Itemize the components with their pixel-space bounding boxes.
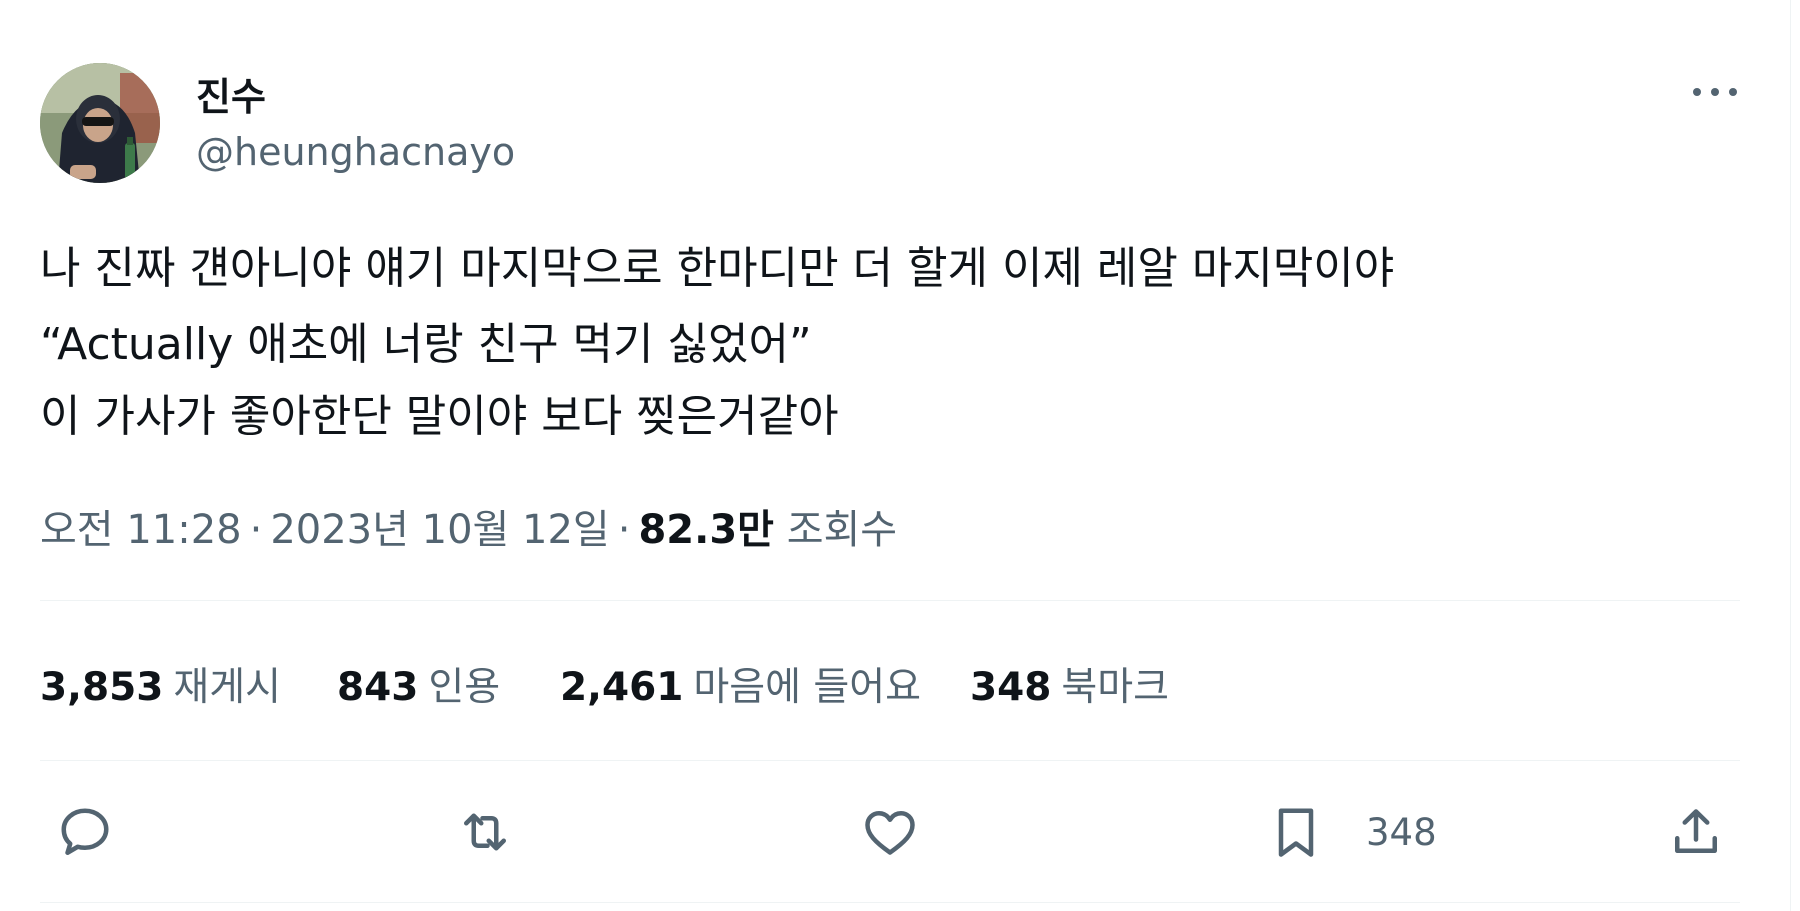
quotes-count: 843 [337, 665, 419, 710]
reply-button[interactable] [55, 800, 115, 864]
tweet-text-line: “Actually 애초에 너랑 친구 먹기 싫었어” [40, 319, 812, 370]
avatar-photo [40, 63, 160, 183]
likes-label: 마음에 들어요 [693, 665, 922, 710]
meta-separator: · [617, 507, 631, 553]
bookmarks-label: 북마크 [1061, 665, 1170, 710]
divider [40, 760, 1740, 761]
more-options-button[interactable] [1685, 72, 1745, 112]
like-button[interactable] [860, 800, 920, 864]
retweet-icon [464, 813, 506, 851]
quotes-label: 인용 [428, 665, 501, 710]
quotes-stat[interactable]: 843 인용 [337, 656, 500, 712]
user-handle[interactable]: @heunghacnayo [196, 130, 515, 174]
retweets-stat[interactable]: 3,853 재게시 [40, 656, 281, 712]
divider [40, 600, 1740, 601]
meta-separator: · [249, 507, 263, 553]
bookmark-action-count: 348 [1366, 810, 1437, 854]
more-icon [1693, 88, 1737, 96]
tweet-meta: 오전 11:28 · 2023년 10월 12일 · 82.3만 조회수 [40, 497, 897, 555]
bookmark-icon [1278, 808, 1314, 857]
retweet-button[interactable] [455, 800, 515, 864]
divider [40, 902, 1740, 903]
column-border [1790, 0, 1791, 911]
likes-stat[interactable]: 2,461 마음에 들어요 [560, 656, 921, 712]
bookmarks-count: 348 [970, 665, 1052, 710]
share-icon [1675, 809, 1717, 853]
reply-icon [61, 808, 109, 855]
avatar[interactable] [40, 63, 160, 183]
views-label: 조회수 [786, 507, 898, 553]
heart-icon [865, 811, 915, 855]
share-button[interactable] [1666, 800, 1726, 864]
display-name[interactable]: 진수 [196, 66, 266, 121]
tweet-detail: 진수 @heunghacnayo 나 진짜 걘아니야 얘기 마지막으로 한마디만… [0, 0, 1800, 911]
retweets-label: 재게시 [173, 665, 282, 710]
tweet-date[interactable]: 2023년 10월 12일 [270, 507, 609, 553]
tweet-text-line: 이 가사가 좋아한단 말이야 보다 찢은거같아 [40, 391, 839, 442]
tweet-time[interactable]: 오전 11:28 [40, 507, 242, 553]
bookmarks-stat[interactable]: 348 북마크 [970, 656, 1169, 712]
views-count: 82.3만 [638, 507, 774, 553]
retweets-count: 3,853 [40, 665, 164, 710]
likes-count: 2,461 [560, 665, 684, 710]
bookmark-button[interactable]: 348 [1266, 800, 1437, 864]
tweet-text-line: 나 진짜 걘아니야 얘기 마지막으로 한마디만 더 할게 이제 레알 마지막이야 [40, 243, 1395, 294]
